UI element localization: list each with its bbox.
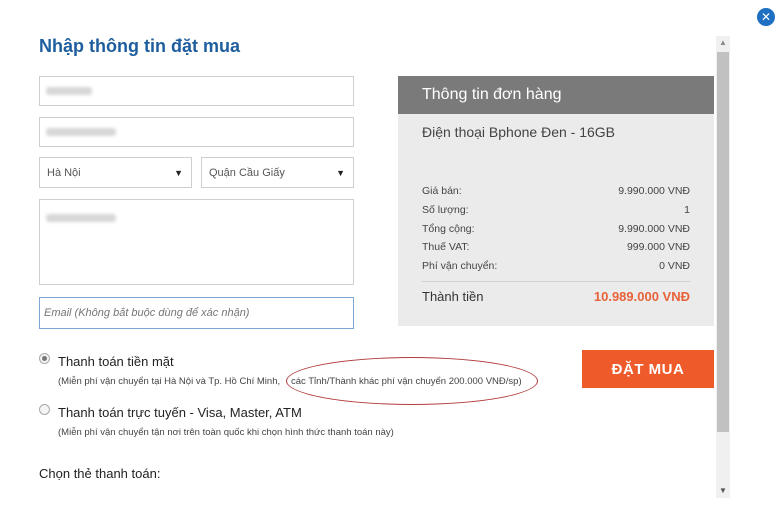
cash-payment-label: Thanh toán tiền mặt bbox=[58, 354, 174, 369]
product-name: Điện thoại Bphone Đen - 16GB bbox=[422, 124, 616, 140]
email-field-box bbox=[39, 297, 354, 329]
online-payment-label: Thanh toán trực tuyến - Visa, Master, AT… bbox=[58, 405, 302, 420]
order-row-label: Thuế VAT: bbox=[422, 241, 470, 253]
order-divider bbox=[422, 281, 690, 282]
order-summary-title: Thông tin đơn hàng bbox=[422, 86, 562, 103]
order-row-value: 999.000 VNĐ bbox=[626, 241, 690, 253]
city-select-value: Hà Nội bbox=[47, 166, 81, 179]
order-summary-header: Thông tin đơn hàng bbox=[398, 76, 714, 114]
online-payment-radio[interactable] bbox=[39, 404, 50, 415]
order-total-label: Thành tiền bbox=[422, 289, 484, 304]
phone-field[interactable] bbox=[39, 117, 354, 147]
order-summary: Thông tin đơn hàng Điện thoại Bphone Đen… bbox=[398, 76, 714, 326]
blurred-value bbox=[46, 128, 116, 136]
address-field[interactable] bbox=[39, 199, 354, 285]
order-row-label: Tổng cộng: bbox=[422, 223, 475, 235]
order-row-label: Phí vận chuyển: bbox=[422, 260, 498, 272]
district-select[interactable]: Quận Cầu Giấy ▼ bbox=[201, 157, 354, 188]
scroll-thumb[interactable] bbox=[717, 52, 729, 432]
scroll-down-icon[interactable]: ▼ bbox=[716, 484, 730, 498]
order-row-value: 9.990.000 VNĐ bbox=[618, 223, 690, 235]
order-total-value: 10.989.000 VNĐ bbox=[593, 289, 690, 304]
highlight-oval bbox=[286, 357, 538, 405]
district-select-value: Quận Cầu Giấy bbox=[209, 166, 285, 179]
blurred-value bbox=[46, 87, 92, 95]
order-row-value: 0 VNĐ bbox=[659, 260, 690, 272]
order-row-label: Giá bán: bbox=[422, 185, 462, 197]
online-payment-note: (Miễn phí vận chuyển tận nơi trên toàn q… bbox=[58, 427, 394, 438]
name-field[interactable] bbox=[39, 76, 354, 106]
order-row-label: Số lượng: bbox=[422, 204, 469, 216]
buy-button[interactable]: ĐẶT MUA bbox=[582, 350, 714, 388]
chevron-down-icon: ▼ bbox=[174, 167, 183, 178]
scrollbar[interactable]: ▲ ▼ bbox=[716, 36, 730, 498]
chevron-down-icon: ▼ bbox=[336, 167, 345, 178]
close-icon[interactable]: ✕ bbox=[757, 8, 775, 26]
blurred-value bbox=[46, 214, 116, 222]
cash-payment-radio[interactable] bbox=[39, 353, 50, 364]
order-row-value: 9.990.000 VNĐ bbox=[618, 185, 690, 197]
city-select[interactable]: Hà Nội ▼ bbox=[39, 157, 192, 188]
order-row-value: 1 bbox=[684, 204, 690, 216]
card-section-label: Chọn thẻ thanh toán: bbox=[39, 466, 161, 481]
scroll-up-icon[interactable]: ▲ bbox=[716, 36, 730, 50]
email-field[interactable] bbox=[44, 303, 344, 323]
cash-payment-note-1: (Miễn phí vận chuyển tại Hà Nội và Tp. H… bbox=[58, 376, 281, 387]
page-title: Nhập thông tin đặt mua bbox=[39, 36, 240, 56]
